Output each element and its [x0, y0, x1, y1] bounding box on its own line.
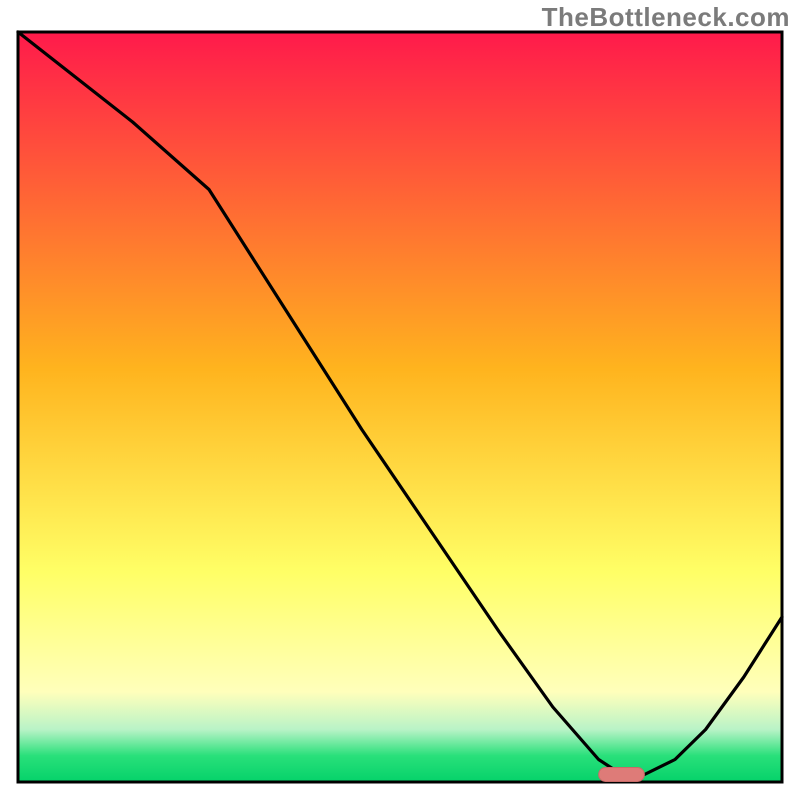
chart-stage: TheBottleneck.com	[0, 0, 800, 800]
gradient-background	[18, 32, 782, 782]
watermark-text: TheBottleneck.com	[542, 2, 790, 33]
plot-area	[18, 32, 782, 782]
optimal-marker	[599, 768, 645, 782]
bottleneck-chart	[0, 0, 800, 800]
